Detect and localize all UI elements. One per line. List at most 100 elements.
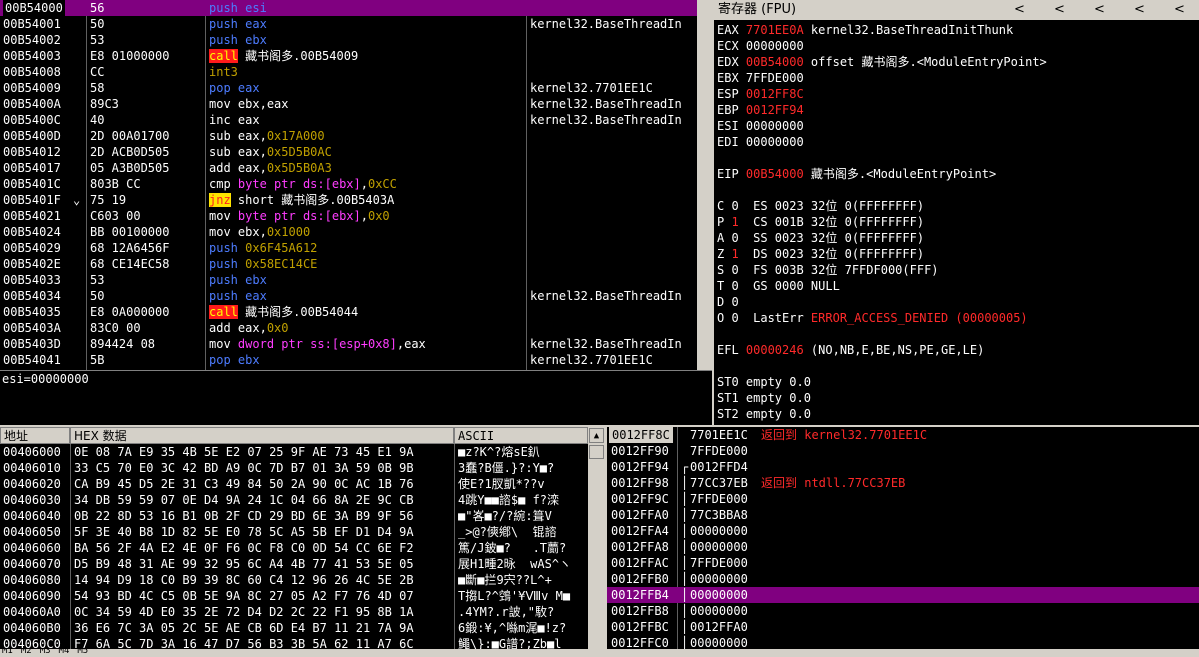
disasm-address: 00B54024 bbox=[3, 225, 61, 239]
dump-header-hex[interactable]: HEX 数据 bbox=[70, 427, 454, 444]
register-line[interactable]: EBX 7FFDE000 bbox=[717, 70, 804, 86]
disasm-row[interactable]: 00B54008 CC int3 bbox=[0, 64, 697, 80]
disasm-row[interactable]: 00B54034 50 push eax kernel32.BaseThreadIn bbox=[0, 288, 697, 304]
dump-row[interactable]: 00406020 CA B9 45 D5 2E 31 C3 49 84 50 2A… bbox=[0, 476, 588, 492]
register-line[interactable]: P 1 CS 001B 32位 0(FFFFFFFF) bbox=[717, 214, 924, 230]
stack-row[interactable]: 0012FFB4 │ 00000000 bbox=[607, 587, 1199, 603]
disassembly-scrollbar[interactable] bbox=[697, 0, 712, 370]
dump-row[interactable]: 004060A0 0C 34 59 4D E0 35 2E 72 D4 D2 2C… bbox=[0, 604, 588, 620]
register-line[interactable]: D 0 bbox=[717, 294, 739, 310]
disasm-row[interactable]: 00B5403A 83C0 00 add eax,0x0 bbox=[0, 320, 697, 336]
stack-row[interactable]: 0012FFA4 │ 00000000 bbox=[607, 523, 1199, 539]
pane-divider-bottom[interactable] bbox=[605, 427, 607, 649]
register-nav-button[interactable]: < bbox=[1134, 0, 1145, 20]
command-bar-item[interactable]: M4 bbox=[59, 649, 70, 656]
dump-row[interactable]: 004060C0 F7 6A 5C 7D 3A 16 47 D7 56 B3 3B… bbox=[0, 636, 588, 649]
dump-pane[interactable]: 地址 HEX 数据 ASCII 00406000 0E 08 7A E9 35 4… bbox=[0, 427, 605, 649]
stack-row[interactable]: 0012FFA0 │ 77C3BBA8 bbox=[607, 507, 1199, 523]
register-line[interactable]: EIP 00B54000 藏书阁多.<ModuleEntryPoint> bbox=[717, 166, 996, 182]
dump-row[interactable]: 00406040 0B 22 8D 53 16 B1 0B 2F CD 29 BD… bbox=[0, 508, 588, 524]
disasm-row[interactable]: 00B5403D 894424 08 mov dword ptr ss:[esp+0… bbox=[0, 336, 697, 352]
register-line[interactable]: ST0 empty 0.0 bbox=[717, 374, 811, 390]
stack-row[interactable]: 0012FF9C │ 7FFDE000 bbox=[607, 491, 1199, 507]
register-line[interactable]: ST1 empty 0.0 bbox=[717, 390, 811, 406]
disasm-row[interactable]: 00B54021 C603 00 mov byte ptr ds:[ebx],0x0 bbox=[0, 208, 697, 224]
stack-row[interactable]: 0012FF90 7FFDE000 bbox=[607, 443, 1199, 459]
disasm-row[interactable]: 00B5400C 40 inc eax kernel32.BaseThreadIn bbox=[0, 112, 697, 128]
register-line[interactable]: Z 1 DS 0023 32位 0(FFFFFFFF) bbox=[717, 246, 924, 262]
scroll-up-icon[interactable]: ▲ bbox=[589, 428, 604, 443]
dump-header-ascii[interactable]: ASCII bbox=[454, 427, 588, 444]
dump-row[interactable]: 00406070 D5 B9 48 31 AE 99 32 95 6C A4 4B… bbox=[0, 556, 588, 572]
disasm-row[interactable]: 00B5401F 75 19 ⌄ jnz short 藏书阁多.00B5403A bbox=[0, 192, 697, 208]
dump-scrollbar[interactable]: ▲ bbox=[588, 427, 605, 649]
register-line[interactable]: ECX 00000000 bbox=[717, 38, 804, 54]
register-line[interactable]: T 0 GS 0000 NULL bbox=[717, 278, 840, 294]
disasm-row[interactable]: 00B5401C 803B CC cmp byte ptr ds:[ebx],0xC… bbox=[0, 176, 697, 192]
dump-row[interactable]: 00406010 33 C5 70 E0 3C 42 BD A9 0C 7D B7… bbox=[0, 460, 588, 476]
command-bar-item[interactable]: M3 bbox=[40, 649, 51, 656]
stack-pane[interactable]: 0012FF8C 7701EE1C 返回到 kernel32.7701EE1C 001… bbox=[607, 427, 1199, 649]
register-line[interactable]: EDX 00B54000 offset 藏书阁多.<ModuleEntryPoi… bbox=[717, 54, 1047, 70]
stack-row[interactable]: 0012FFC0 │ 00000000 bbox=[607, 635, 1199, 649]
stack-row[interactable]: 0012FF94 ┌ 0012FFD4 bbox=[607, 459, 1199, 475]
disasm-row[interactable]: 00B54012 2D ACB0D505 sub eax,0x5D5B0AC bbox=[0, 144, 697, 160]
register-line[interactable]: ESI 00000000 bbox=[717, 118, 804, 134]
disasm-row[interactable]: 00B54001 50 push eax kernel32.BaseThreadIn bbox=[0, 16, 697, 32]
register-line[interactable]: EBP 0012FF94 bbox=[717, 102, 804, 118]
dump-row[interactable]: 00406030 34 DB 59 59 07 0E D4 9A 24 1C 04… bbox=[0, 492, 588, 508]
dump-row[interactable]: 00406000 0E 08 7A E9 35 4B 5E E2 07 25 9F… bbox=[0, 444, 588, 460]
register-pane[interactable]: EAX 7701EE0A kernel32.BaseThreadInitThun… bbox=[714, 20, 1199, 425]
stack-row[interactable]: 0012FFAC │ 7FFDE000 bbox=[607, 555, 1199, 571]
register-line[interactable]: EAX 7701EE0A kernel32.BaseThreadInitThun… bbox=[717, 22, 1013, 38]
dump-header-address[interactable]: 地址 bbox=[0, 427, 70, 444]
disasm-row[interactable]: 00B54003 E8 01000000 call 藏书阁多.00B54009 bbox=[0, 48, 697, 64]
stack-row[interactable]: 0012FFBC │ 0012FFA0 bbox=[607, 619, 1199, 635]
disasm-row[interactable]: 00B54000 56 push esi bbox=[0, 0, 697, 16]
stack-row[interactable]: 0012FF8C 7701EE1C 返回到 kernel32.7701EE1C bbox=[607, 427, 1199, 443]
disasm-row[interactable]: 00B54041 5B pop ebx kernel32.7701EE1C bbox=[0, 352, 697, 368]
pane-divider-vertical[interactable] bbox=[712, 0, 714, 425]
register-nav-button[interactable]: < bbox=[1054, 0, 1065, 20]
register-line[interactable]: EDI 00000000 bbox=[717, 134, 804, 150]
disasm-row[interactable]: 00B54017 05 A3B0D505 add eax,0x5D5B0A3 bbox=[0, 160, 697, 176]
disasm-row[interactable]: 00B5400D 2D 00A01700 sub eax,0x17A000 bbox=[0, 128, 697, 144]
register-line[interactable]: A 0 SS 0023 32位 0(FFFFFFFF) bbox=[717, 230, 924, 246]
disasm-row[interactable]: 00B54035 E8 0A000000 call 藏书阁多.00B54044 bbox=[0, 304, 697, 320]
register-text: EBP bbox=[717, 103, 746, 117]
register-nav-button[interactable]: < bbox=[1014, 0, 1025, 20]
command-bar-item[interactable]: M2 bbox=[21, 649, 32, 656]
dump-row[interactable]: 00406090 54 93 BD 4C C5 0B 5E 9A 8C 27 05… bbox=[0, 588, 588, 604]
stack-row[interactable]: 0012FFB8 │ 00000000 bbox=[607, 603, 1199, 619]
stack-row[interactable]: 0012FFB0 │ 00000000 bbox=[607, 571, 1199, 587]
disasm-address: 00B54002 bbox=[3, 33, 61, 47]
dump-row[interactable]: 00406060 BA 56 2F 4A E2 4E 0F F6 0C F8 C0… bbox=[0, 540, 588, 556]
stack-address: 0012FF98 bbox=[611, 476, 669, 490]
register-line[interactable]: C 0 ES 0023 32位 0(FFFFFFFF) bbox=[717, 198, 924, 214]
dump-row[interactable]: 00406050 5F 3E 40 B8 1D 82 5E E0 78 5C A5… bbox=[0, 524, 588, 540]
stack-row[interactable]: 0012FF98 │ 77CC37EB 返回到 ntdll.77CC37EB bbox=[607, 475, 1199, 491]
disasm-row[interactable]: 00B5400A 89C3 mov ebx,eax kernel32.BaseThre… bbox=[0, 96, 697, 112]
register-line[interactable]: ST2 empty 0.0 bbox=[717, 406, 811, 422]
register-line[interactable]: ESP 0012FF8C bbox=[717, 86, 804, 102]
disassembly-pane[interactable]: 00B54000 56 push esi 00B54001 50 push eax kern… bbox=[0, 0, 712, 370]
disasm-row[interactable]: 00B54002 53 push ebx bbox=[0, 32, 697, 48]
command-bar[interactable]: M1 M2 M3 M4 M5 bbox=[0, 649, 1199, 657]
scroll-thumb[interactable] bbox=[589, 445, 604, 459]
register-nav-button[interactable]: < bbox=[1174, 0, 1185, 20]
dump-row[interactable]: 004060B0 36 E6 7C 3A 05 2C 5E AE CB 6D E4… bbox=[0, 620, 588, 636]
stack-row[interactable]: 0012FFA8 │ 00000000 bbox=[607, 539, 1199, 555]
register-line[interactable]: O 0 LastErr ERROR_ACCESS_DENIED (0000000… bbox=[717, 310, 1028, 326]
register-line[interactable]: EFL 00000246 (NO,NB,E,BE,NS,PE,GE,LE) bbox=[717, 342, 984, 358]
disasm-row[interactable]: 00B54033 53 push ebx bbox=[0, 272, 697, 288]
disasm-row[interactable]: 00B54009 58 pop eax kernel32.7701EE1C bbox=[0, 80, 697, 96]
command-bar-item[interactable]: M5 bbox=[77, 649, 88, 656]
register-nav-button[interactable]: < bbox=[1094, 0, 1105, 20]
command-bar-item[interactable]: M1 bbox=[2, 649, 13, 656]
disasm-row[interactable]: 00B5402E 68 CE14EC58 push 0x58EC14CE bbox=[0, 256, 697, 272]
dump-row[interactable]: 00406080 14 94 D9 18 C0 B9 39 8C 60 C4 12… bbox=[0, 572, 588, 588]
disasm-row[interactable]: 00B54024 BB 00100000 mov ebx,0x1000 bbox=[0, 224, 697, 240]
disasm-row[interactable]: 00B54029 68 12A6456F push 0x6F45A612 bbox=[0, 240, 697, 256]
register-line[interactable]: S 0 FS 003B 32位 7FFDF000(FFF) bbox=[717, 262, 939, 278]
disasm-operand: dword ptr ss:[esp+0x8] bbox=[237, 337, 397, 351]
